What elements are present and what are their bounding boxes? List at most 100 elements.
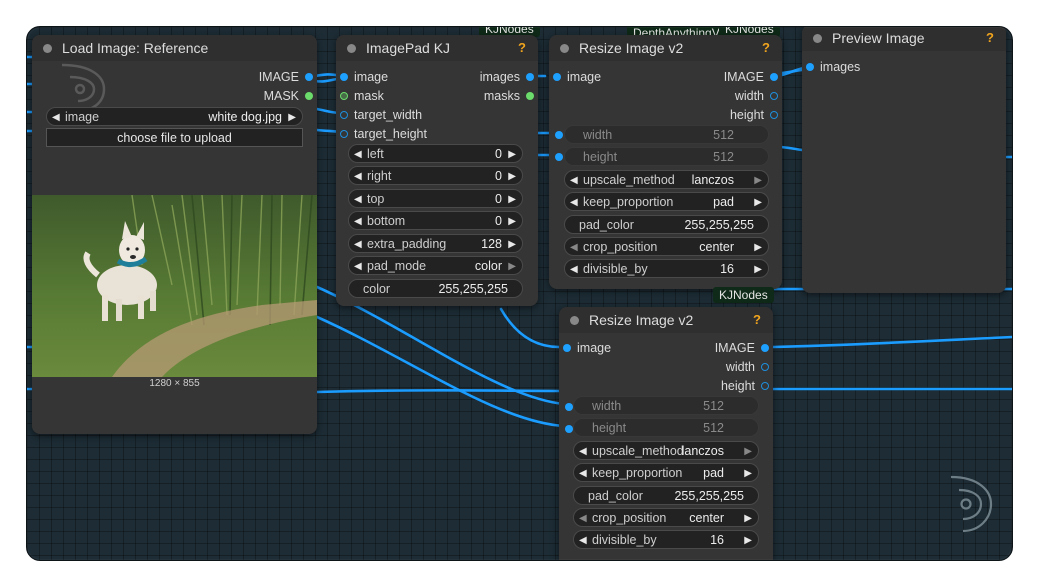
output-slot-image[interactable]: IMAGE [724, 68, 782, 86]
widget-upscale-method[interactable]: ◀ upscale_method lanczos ▶ [564, 170, 769, 189]
slot-dot[interactable] [340, 92, 348, 100]
image-file-combo[interactable]: ◀ image white dog.jpg ▶ [46, 107, 303, 126]
widget-divisible-by[interactable]: ◀ divisible_by 16 ▶ [573, 530, 759, 549]
output-slot-image[interactable]: IMAGE [715, 339, 773, 357]
input-slot-target-height[interactable]: target_height [336, 125, 427, 143]
load-image-node[interactable]: Load Image: Reference IMAGE MASK ◀ image… [32, 35, 317, 434]
arrow-right-icon[interactable]: ▶ [508, 190, 516, 209]
arrow-right-icon[interactable]: ▶ [744, 442, 752, 461]
arrow-right-icon[interactable]: ▶ [754, 193, 762, 212]
slot-dot[interactable] [553, 73, 561, 81]
widget-divisible-by[interactable]: ◀ divisible_by 16 ▶ [564, 259, 769, 278]
slot-dot[interactable] [761, 382, 769, 390]
arrow-right-icon[interactable]: ▶ [508, 167, 516, 186]
arrow-left-icon[interactable]: ◀ [52, 108, 60, 127]
output-slot-height[interactable]: height [721, 377, 773, 395]
slot-dot[interactable] [526, 92, 534, 100]
arrow-right-icon[interactable]: ▶ [744, 531, 752, 550]
input-slot-images[interactable]: images [802, 58, 860, 76]
input-slot-image[interactable]: image [336, 68, 388, 86]
help-icon[interactable]: ? [518, 35, 526, 61]
node-collapse-dot[interactable] [570, 316, 579, 325]
arrow-left-icon[interactable]: ◀ [354, 212, 362, 231]
slot-dot[interactable] [770, 92, 778, 100]
node-collapse-dot[interactable] [43, 44, 52, 53]
slot-dot[interactable] [565, 425, 573, 433]
arrow-right-icon[interactable]: ▶ [754, 260, 762, 279]
node-title-bar[interactable]: Resize Image v2 ? [559, 307, 773, 333]
arrow-right-icon[interactable]: ▶ [288, 108, 296, 127]
slot-dot[interactable] [340, 111, 348, 119]
slot-dot[interactable] [761, 363, 769, 371]
node-collapse-dot[interactable] [560, 44, 569, 53]
widget-height[interactable]: height 512 [564, 147, 769, 166]
output-slot-images[interactable]: images [480, 68, 538, 86]
widget-upscale-method[interactable]: ◀ upscale_method lanczos ▶ [573, 441, 759, 460]
help-icon[interactable]: ? [753, 307, 761, 333]
node-title-bar[interactable]: ImagePad KJ ? [336, 35, 538, 61]
widget-keep-proportion[interactable]: ◀ keep_proportion pad ▶ [564, 192, 769, 211]
node-collapse-dot[interactable] [347, 44, 356, 53]
slot-dot[interactable] [526, 73, 534, 81]
widget-bottom[interactable]: ◀ bottom 0 ▶ [348, 211, 523, 230]
arrow-right-icon[interactable]: ▶ [508, 257, 516, 276]
arrow-left-icon[interactable]: ◀ [354, 145, 362, 164]
widget-height[interactable]: height 512 [573, 418, 759, 437]
widget-width[interactable]: width 512 [573, 396, 759, 415]
widget-top[interactable]: ◀ top 0 ▶ [348, 189, 523, 208]
preview-image-node[interactable]: Preview Image ? images [802, 27, 1006, 293]
arrow-left-icon[interactable]: ◀ [579, 464, 587, 483]
widget-left[interactable]: ◀ left 0 ▶ [348, 144, 523, 163]
widget-keep-proportion[interactable]: ◀ keep_proportion pad ▶ [573, 463, 759, 482]
arrow-left-icon[interactable]: ◀ [354, 167, 362, 186]
widget-width[interactable]: width 512 [564, 125, 769, 144]
output-slot-image[interactable]: IMAGE [259, 68, 317, 86]
arrow-left-icon[interactable]: ◀ [570, 171, 578, 190]
graph-canvas[interactable]: KJNodes DepthAnythingV2 KJNodes Load Ima… [26, 26, 1013, 561]
help-icon[interactable]: ? [986, 27, 994, 51]
help-icon[interactable]: ? [762, 35, 770, 61]
arrow-right-icon[interactable]: ▶ [754, 171, 762, 190]
resize-image-node-1[interactable]: Resize Image v2 ? image IMAGE width heig… [549, 35, 782, 289]
input-slot-image[interactable]: image [549, 68, 601, 86]
upload-button[interactable]: choose file to upload [46, 128, 303, 147]
slot-dot[interactable] [761, 344, 769, 352]
arrow-left-icon[interactable]: ◀ [579, 442, 587, 461]
arrow-left-icon[interactable]: ◀ [570, 238, 578, 257]
output-slot-height[interactable]: height [730, 106, 782, 124]
widget-pad-color[interactable]: pad_color 255,255,255 [564, 215, 769, 234]
slot-dot[interactable] [563, 344, 571, 352]
arrow-right-icon[interactable]: ▶ [744, 464, 752, 483]
widget-color[interactable]: color 255,255,255 [348, 279, 523, 298]
arrow-left-icon[interactable]: ◀ [579, 509, 587, 528]
slot-dot[interactable] [806, 63, 814, 71]
arrow-left-icon[interactable]: ◀ [570, 193, 578, 212]
arrow-right-icon[interactable]: ▶ [508, 145, 516, 164]
slot-dot[interactable] [340, 73, 348, 81]
input-slot-mask[interactable]: mask [336, 87, 384, 105]
node-title-bar[interactable]: Resize Image v2 ? [549, 35, 782, 61]
slot-dot[interactable] [770, 111, 778, 119]
imagepad-node[interactable]: ImagePad KJ ? image mask target_width ta… [336, 35, 538, 306]
input-slot-target-width[interactable]: target_width [336, 106, 422, 124]
widget-pad-color[interactable]: pad_color 255,255,255 [573, 486, 759, 505]
slot-dot[interactable] [555, 131, 563, 139]
arrow-left-icon[interactable]: ◀ [354, 257, 362, 276]
widget-crop-position[interactable]: ◀ crop_position center ▶ [564, 237, 769, 256]
node-title-bar[interactable]: Preview Image ? [802, 27, 1006, 51]
slot-dot[interactable] [770, 73, 778, 81]
arrow-left-icon[interactable]: ◀ [354, 235, 362, 254]
widget-extra-padding[interactable]: ◀ extra_padding 128 ▶ [348, 234, 523, 253]
slot-dot[interactable] [565, 403, 573, 411]
widget-right[interactable]: ◀ right 0 ▶ [348, 166, 523, 185]
slot-dot[interactable] [340, 130, 348, 138]
node-collapse-dot[interactable] [813, 34, 822, 43]
output-slot-width[interactable]: width [726, 358, 773, 376]
resize-image-node-2[interactable]: Resize Image v2 ? image IMAGE width heig… [559, 307, 773, 560]
node-title-bar[interactable]: Load Image: Reference [32, 35, 317, 61]
arrow-left-icon[interactable]: ◀ [354, 190, 362, 209]
widget-pad-mode[interactable]: ◀ pad_mode color ▶ [348, 256, 523, 275]
slot-dot[interactable] [305, 73, 313, 81]
slot-dot[interactable] [305, 92, 313, 100]
output-slot-mask[interactable]: MASK [264, 87, 317, 105]
